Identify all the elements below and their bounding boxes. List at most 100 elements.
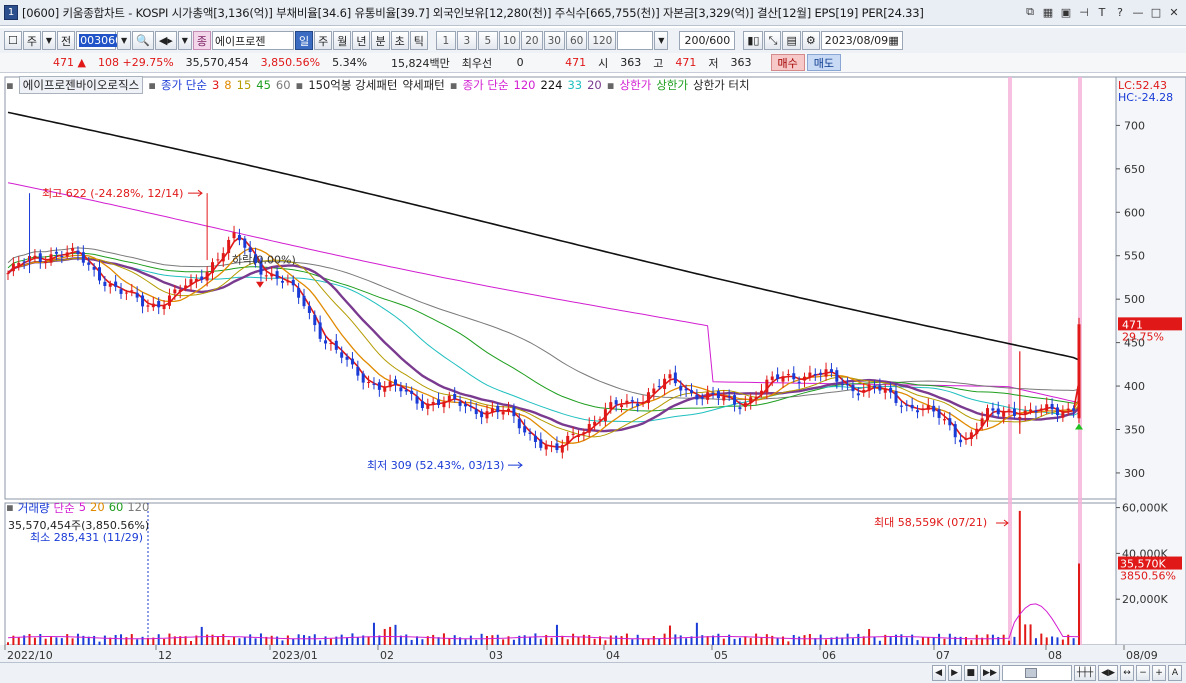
volume-bar (609, 635, 612, 645)
volume-bar (512, 639, 515, 645)
quote-bar: 471 ▲ 108 +29.75% 35,570,454 3,850.56% 5… (0, 53, 1186, 73)
period-month[interactable]: 월 (333, 31, 352, 50)
zoom-in-icon[interactable]: + (1152, 665, 1166, 681)
candle-body (905, 404, 909, 406)
zoom-scale-icon[interactable]: ┼┼┼ (1073, 665, 1097, 681)
sell-button[interactable]: 매도 (806, 54, 842, 71)
candle-body (114, 281, 118, 287)
grid-icon[interactable]: ▦ (1040, 4, 1056, 20)
interval-20[interactable]: 20 (521, 31, 543, 50)
period-year[interactable]: 년 (352, 31, 371, 50)
price-tick-label: 300 (1124, 467, 1145, 480)
data-count-field[interactable]: 200/600 (679, 31, 736, 50)
speaker-dropdown-icon[interactable]: ▼ (177, 31, 192, 50)
stop-icon[interactable]: ■ (963, 665, 979, 681)
help-icon[interactable]: ? (1112, 4, 1128, 20)
candle-body (463, 404, 467, 407)
search-icon[interactable]: 🔍 (132, 31, 154, 50)
restore-icon[interactable]: ⧉ (1022, 4, 1038, 20)
volume-max-annotation: 최대 58,559K (07/21) (874, 516, 987, 529)
candle-body (980, 418, 984, 427)
candle-body (657, 386, 661, 388)
candle-body (501, 411, 505, 415)
candle-body (356, 366, 360, 376)
candle-body (926, 405, 930, 410)
close-icon[interactable]: ✕ (1166, 4, 1182, 20)
volume-bar (615, 635, 618, 645)
date-field[interactable]: 2023/08/09 ▦ (820, 31, 903, 50)
chart-table-icon[interactable]: ▤ (782, 31, 801, 50)
candle-body (566, 435, 570, 444)
volume-bar (372, 622, 375, 645)
zoom-slider[interactable] (1001, 665, 1072, 681)
mode-all-button[interactable]: 전 (57, 31, 76, 50)
interval-3[interactable]: 3 (456, 31, 477, 50)
low-price: 363 (730, 56, 752, 69)
interval-120[interactable]: 120 (588, 31, 617, 50)
zoom-out-icon[interactable]: − (1136, 665, 1150, 681)
legend-stock-name[interactable]: 에이프로젠바이오로직스 (18, 76, 144, 94)
mode-dropdown-icon[interactable]: ▼ (42, 31, 56, 50)
mode-select[interactable]: 주 (22, 31, 41, 50)
period-day[interactable]: 일 (294, 31, 314, 50)
text-icon[interactable]: T (1094, 4, 1110, 20)
interval-10[interactable]: 10 (498, 31, 521, 50)
checkbox-icon[interactable]: ☐ (4, 31, 22, 50)
candle-body (754, 396, 758, 399)
period-week[interactable]: 주 (314, 31, 333, 50)
candle-body (813, 373, 817, 376)
volume-bar (1018, 510, 1021, 645)
scroll-left-icon[interactable]: ◀ (931, 665, 946, 681)
candle-body (749, 397, 753, 403)
volume-bar (658, 638, 661, 645)
candle-body (1039, 408, 1043, 410)
settings-icon[interactable]: ⚙ (801, 31, 820, 50)
interval-60[interactable]: 60 (565, 31, 588, 50)
candle-body (824, 369, 828, 377)
custom-interval-input[interactable] (617, 31, 654, 50)
volume-bar (927, 637, 930, 645)
vol-legend-icon[interactable]: ▪ (6, 500, 14, 516)
period-tick[interactable]: 틱 (409, 31, 428, 50)
scroll-end-icon[interactable]: ◀▶ (1098, 665, 1118, 681)
volume-bar (604, 640, 607, 645)
interval-5[interactable]: 5 (477, 31, 498, 50)
maximize-icon[interactable]: □ (1148, 4, 1164, 20)
pin-icon[interactable]: ⊣ (1076, 4, 1092, 20)
candle-body (738, 407, 742, 410)
volume-bar (572, 633, 575, 645)
stock-chart[interactable]: 700650600550500450400350300LC:52.43HC:-2… (0, 73, 1186, 662)
stock-name-field[interactable]: 에이프로젠 (211, 31, 294, 50)
scroll-right-icon[interactable]: ▶ (947, 665, 962, 681)
legend-pattern-icon: ▪ (295, 78, 304, 92)
font-size-icon[interactable]: A (1168, 665, 1182, 681)
play-icon[interactable]: ▶▶ (980, 665, 1000, 681)
arrows-icon[interactable]: ↔ (1120, 665, 1134, 681)
stock-code-input[interactable]: 003060 (76, 31, 124, 50)
speaker-icon[interactable]: ◀▸ (154, 31, 177, 50)
volume-bar (292, 638, 295, 645)
calendar-icon[interactable]: ▦ (888, 34, 898, 47)
grid2-icon[interactable]: ▣ (1058, 4, 1074, 20)
candle-body (894, 390, 898, 403)
period-minute[interactable]: 분 (371, 31, 390, 50)
minimize-icon[interactable]: — (1130, 4, 1146, 20)
candle-body (1012, 408, 1016, 416)
code-dropdown-icon[interactable]: ▼ (117, 31, 132, 50)
buy-button[interactable]: 매수 (770, 54, 805, 71)
legend-toggle-icon[interactable]: ▪ (6, 78, 14, 92)
interval-30[interactable]: 30 (543, 31, 565, 50)
volume-bar (825, 639, 828, 645)
period-second[interactable]: 초 (390, 31, 409, 50)
candle-body (178, 289, 182, 292)
candle-body (733, 395, 737, 405)
draw-tool-icon[interactable]: ⤡ (764, 31, 782, 50)
candle-body (571, 433, 575, 435)
stock-info-button[interactable]: 종 (192, 31, 211, 50)
interval-dropdown-icon[interactable]: ▼ (654, 31, 669, 50)
candle-type-icon[interactable]: ▮▯ (743, 31, 764, 50)
candle-body (792, 373, 796, 380)
interval-1[interactable]: 1 (435, 31, 456, 50)
volume-bar (442, 633, 445, 645)
volume-bar (550, 637, 553, 645)
